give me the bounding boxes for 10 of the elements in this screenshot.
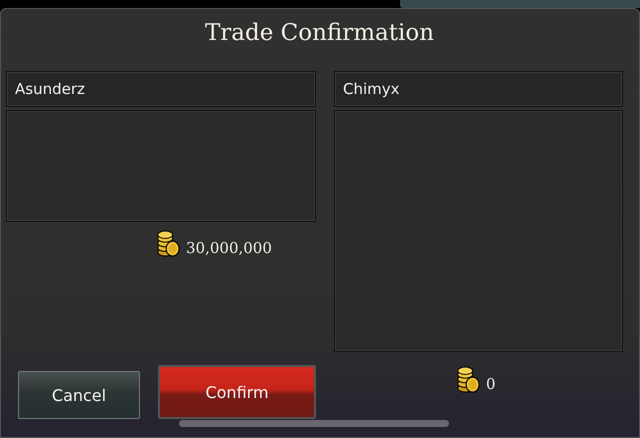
coin-amount: 30,000,000 [186, 238, 272, 257]
home-indicator[interactable] [179, 420, 449, 427]
dialog-title: Trade Confirmation [204, 19, 436, 48]
player-name: Asunderz [6, 71, 316, 107]
cancel-button[interactable]: Cancel [18, 371, 140, 419]
confirm-button[interactable]: Confirm [158, 365, 316, 419]
coin-stack-icon [156, 230, 180, 258]
player-name: Chimyx [334, 71, 623, 107]
coin-stack-icon [456, 366, 480, 394]
coin-amount: 0 [486, 374, 496, 393]
